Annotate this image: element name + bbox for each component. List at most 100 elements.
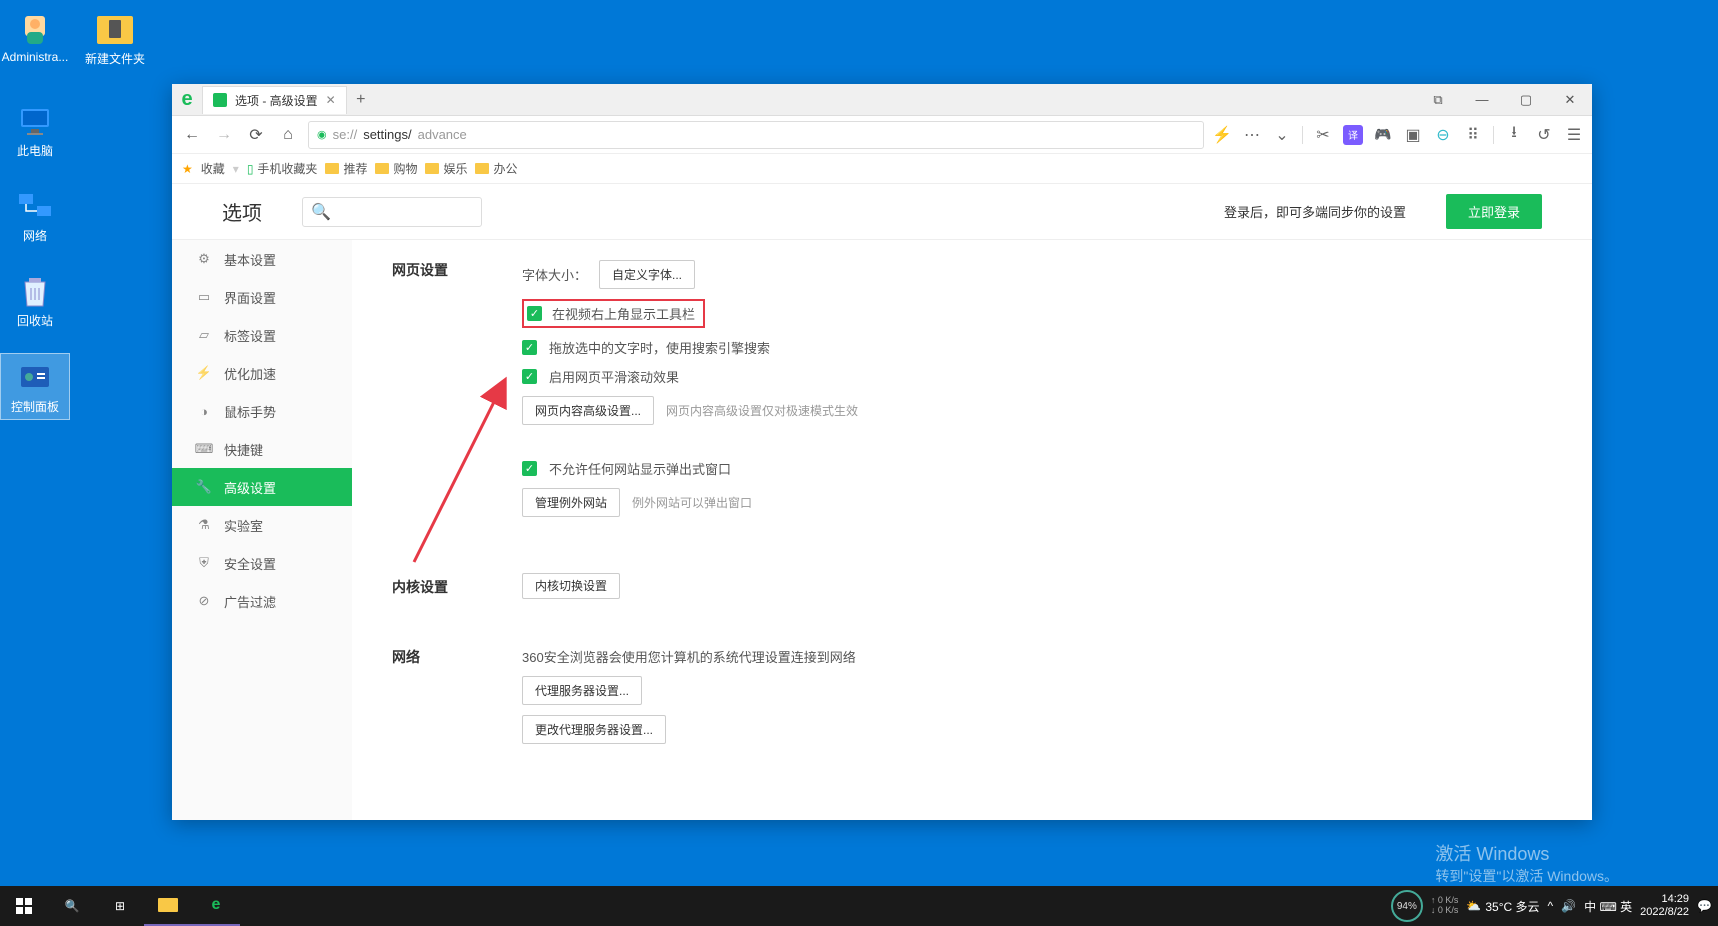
start-button[interactable] [0,886,48,926]
sidebar-item-ui[interactable]: ▭界面设置 [172,278,352,316]
star-icon: ★ [182,162,193,176]
page-advanced-button[interactable]: 网页内容高级设置... [522,396,654,425]
bookmark-bar: ★ 收藏 ▾ ▯手机收藏夹 推荐 购物 娱乐 办公 [172,154,1592,184]
nav-back[interactable]: ← [180,123,204,147]
keyboard-icon: ⌨ [196,441,212,457]
page-title: 选项 [222,197,262,226]
mouse-icon: ◑ [196,403,212,419]
bookmark-folder[interactable]: 娱乐 [425,160,467,177]
sync-text: 登录后，即可多端同步你的设置 [1224,202,1406,221]
checkbox-smooth-scroll[interactable]: ✓ [522,369,537,384]
newtab-button[interactable]: + [347,86,375,114]
tray-sound[interactable]: 🔊 [1561,899,1576,913]
game-icon[interactable]: 🎮 [1373,125,1393,145]
bookmark-folder[interactable]: 办公 [475,160,517,177]
address-bar: ← → ⟳ ⌂ ◉ se://settings/advance ⚡ ⋯ ⌄ ✂ … [172,116,1592,154]
bookmark-folder[interactable]: 购物 [375,160,417,177]
url-input[interactable]: ◉ se://settings/advance [308,121,1204,149]
highlighted-option: ✓ 在视频右上角显示工具栏 [522,299,705,328]
browser-button[interactable]: e [192,886,240,926]
sidebar-item-tabs[interactable]: ▱标签设置 [172,316,352,354]
sidebar: ⚙基本设置 ▭界面设置 ▱标签设置 ⚡优化加速 ◑鼠标手势 ⌨快捷键 🔧高级设置… [172,240,352,820]
manage-exceptions-button[interactable]: 管理例外网站 [522,488,620,517]
chevron-down-icon[interactable]: ⌄ [1272,125,1292,145]
rocket-icon: ⚡ [196,365,212,381]
settings-main: 网页设置 字体大小： 自定义字体... ✓ 在视频右上角显示工具栏 ✓拖放选中的… [352,240,1592,820]
desktop-icon-network[interactable]: 网络 [0,183,70,248]
checkbox-drag-search[interactable]: ✓ [522,340,537,355]
download-icon[interactable]: ⭳ [1504,125,1524,145]
app-icon: e [172,84,202,116]
win-max[interactable]: ▢ [1504,84,1548,116]
tab-favicon [213,93,227,107]
section-title-network: 网络 [392,647,522,754]
search-input[interactable]: 🔍 [302,197,482,227]
nav-home[interactable]: ⌂ [276,123,300,147]
sidebar-item-hotkey[interactable]: ⌨快捷键 [172,430,352,468]
login-button[interactable]: 立即登录 [1446,194,1542,229]
sidebar-item-basic[interactable]: ⚙基本设置 [172,240,352,278]
proxy-settings-button[interactable]: 代理服务器设置... [522,676,642,705]
gear-icon: ⚙ [196,251,212,267]
explorer-button[interactable] [144,886,192,926]
desktop-icon-control-panel[interactable]: 控制面板 [0,353,70,420]
shield-icon: ⛨ [196,555,212,571]
checkbox-block-popup[interactable]: ✓ [522,461,537,476]
bookmark-mobile[interactable]: ▯手机收藏夹 [247,160,318,177]
circle-icon[interactable]: ⊖ [1433,125,1453,145]
hw-monitor[interactable]: 94% [1391,890,1423,922]
lightning-icon[interactable]: ⚡ [1212,125,1232,145]
weather[interactable]: ⛅35°C 多云 [1466,898,1539,915]
sidebar-item-advanced[interactable]: 🔧高级设置 [172,468,352,506]
menu-icon[interactable]: ☰ [1564,125,1584,145]
apps-icon[interactable]: ⠿ [1463,125,1483,145]
windows-watermark: 激活 Windows 转到"设置"以激活 Windows。 [1435,840,1618,886]
flask-icon: ⚗ [196,517,212,533]
tray-ime[interactable]: 中 ⌨ 英 [1584,898,1632,915]
notifications-button[interactable]: 💬 [1697,899,1712,913]
lock-icon: ◉ [317,128,327,141]
more-icon[interactable]: ⋯ [1242,125,1262,145]
sidebar-item-security[interactable]: ⛨安全设置 [172,544,352,582]
sidebar-item-lab[interactable]: ⚗实验室 [172,506,352,544]
win-pip[interactable]: ⧉ [1416,84,1460,116]
kernel-switch-button[interactable]: 内核切换设置 [522,573,620,599]
titlebar: e 选项 - 高级设置 ✕ + ⧉ — ▢ ✕ [172,84,1592,116]
taskview-button[interactable]: ⊞ [96,886,144,926]
sidebar-item-speed[interactable]: ⚡优化加速 [172,354,352,392]
tray-up[interactable]: ^ [1548,899,1554,913]
desktop-icon-newfolder[interactable]: 新建文件夹 [80,6,150,71]
browser-window: e 选项 - 高级设置 ✕ + ⧉ — ▢ ✕ ← → ⟳ ⌂ ◉ se://s… [172,84,1592,820]
translate-icon[interactable]: 译 [1343,125,1363,145]
nav-forward[interactable]: → [212,123,236,147]
font-custom-button[interactable]: 自定义字体... [599,260,695,289]
search-button[interactable]: 🔍 [48,886,96,926]
page-header: 选项 🔍 登录后，即可多端同步你的设置 立即登录 [172,184,1592,240]
clock[interactable]: 14:292022/8/22 [1640,893,1689,919]
tabs-icon: ▱ [196,327,212,343]
change-proxy-button[interactable]: 更改代理服务器设置... [522,715,666,744]
note-icon[interactable]: ▣ [1403,125,1423,145]
tab-close[interactable]: ✕ [326,93,336,107]
annotation-arrow [404,372,524,572]
desktop-icon-recycle[interactable]: 回收站 [0,268,70,333]
nav-reload[interactable]: ⟳ [244,123,268,147]
checkbox-video-toolbar[interactable]: ✓ [527,306,542,321]
history-icon[interactable]: ↺ [1534,125,1554,145]
wrench-icon: 🔧 [196,479,212,495]
win-min[interactable]: — [1460,84,1504,116]
sidebar-item-mouse[interactable]: ◑鼠标手势 [172,392,352,430]
tab-title: 选项 - 高级设置 [235,92,318,109]
win-close[interactable]: ✕ [1548,84,1592,116]
desktop-icon-admin[interactable]: Administra... [0,6,70,68]
net-speed[interactable]: ↑ 0 K/s↓ 0 K/s [1431,896,1459,916]
tab-active[interactable]: 选项 - 高级设置 ✕ [202,86,347,114]
cut-icon[interactable]: ✂ [1313,125,1333,145]
bookmark-folder[interactable]: 推荐 [325,160,367,177]
desktop-icon-pc[interactable]: 此电脑 [0,98,70,163]
search-icon: 🔍 [311,202,331,222]
taskbar: 🔍 ⊞ e 94% ↑ 0 K/s↓ 0 K/s ⛅35°C 多云 ^ 🔊 中 … [0,886,1718,926]
layout-icon: ▭ [196,289,212,305]
sidebar-item-adblock[interactable]: ⊘广告过滤 [172,582,352,620]
section-title-kernel: 内核设置 [392,577,522,597]
